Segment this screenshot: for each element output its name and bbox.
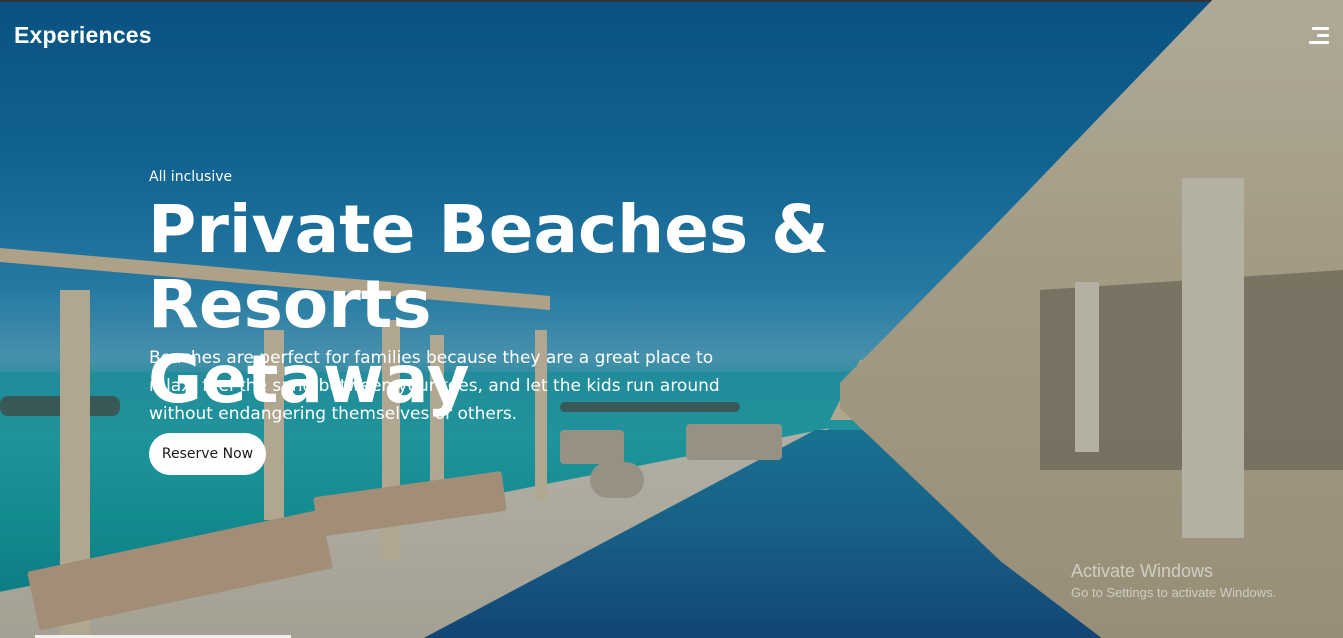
hero-headline-line1: Private Beaches & Resorts xyxy=(148,191,829,343)
hero-eyebrow: All inclusive xyxy=(149,169,233,185)
brand-logo[interactable]: Experiences xyxy=(14,22,152,49)
reserve-now-button[interactable]: Reserve Now xyxy=(149,433,266,475)
hamburger-menu-icon[interactable] xyxy=(1309,27,1329,44)
menu-line xyxy=(1317,34,1329,37)
watermark-subtitle: Go to Settings to activate Windows. xyxy=(1071,585,1277,600)
hero-description: Beaches are perfect for families because… xyxy=(149,348,720,424)
menu-line xyxy=(1312,27,1329,30)
watermark-title: Activate Windows xyxy=(1071,561,1214,581)
menu-line xyxy=(1309,41,1329,44)
windows-activation-watermark: Activate Windows Go to Settings to activ… xyxy=(1071,561,1276,600)
